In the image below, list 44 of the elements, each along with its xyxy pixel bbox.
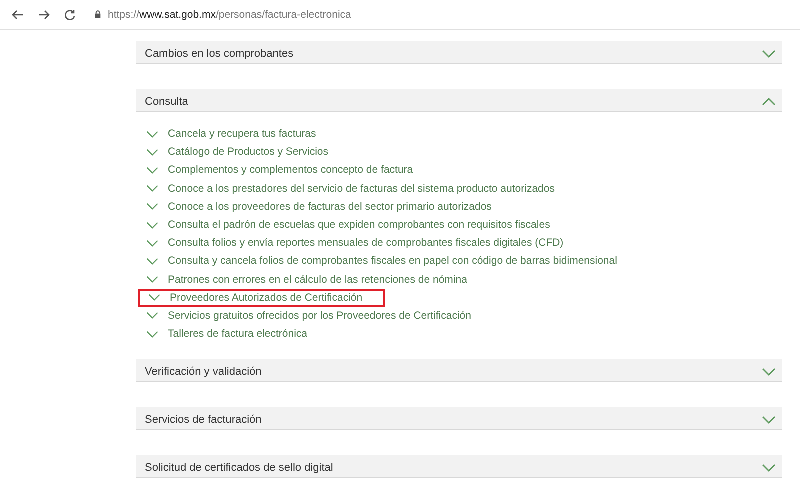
address-bar[interactable]: https://www.sat.gob.mx/personas/factura-electronica	[108, 8, 352, 20]
back-icon[interactable]	[12, 8, 24, 20]
forward-icon[interactable]	[38, 8, 50, 20]
chevron-down-icon[interactable]	[762, 50, 776, 58]
accordion-header[interactable]: Cambios en los comprobantes	[136, 41, 782, 64]
accordion-header[interactable]: Solicitud de certificados de sello digital	[136, 455, 782, 478]
section-title: Cambios en los comprobantes	[145, 48, 294, 60]
chevron-down-icon	[146, 222, 159, 229]
chevron-down-icon	[146, 148, 159, 156]
section-title: Verificación y validación	[145, 366, 262, 378]
chevron-down-icon	[146, 185, 159, 192]
accordion-header[interactable]: Consulta	[136, 89, 782, 112]
chevron-down-icon	[146, 258, 159, 265]
reload-icon[interactable]	[64, 8, 76, 20]
lock-icon	[94, 10, 102, 19]
link[interactable]: Consulta el padrón de escuelas que expiden comprobantes con requisitos fiscales	[146, 216, 550, 234]
highlighted-link[interactable]: Proveedores Autorizados de Certificación	[138, 288, 385, 307]
chevron-down-icon	[146, 276, 159, 284]
chevron-down-icon	[146, 166, 159, 174]
chevron-down-icon	[146, 312, 159, 320]
link[interactable]: Consulta folios y envía reportes mensuales de comprobantes fiscales digitales (CFD)	[146, 234, 564, 252]
link[interactable]: Conoce a los prestadores del servicio de facturas del sistema producto autorizados	[146, 180, 555, 198]
link[interactable]: Complementos y complementos concepto de factura	[146, 161, 414, 180]
link[interactable]: Talleres de factura electrónica	[146, 325, 308, 344]
accordion-header[interactable]: Verificación y validación	[136, 359, 782, 382]
link[interactable]: Patrones con errores en el cálculo de las retenciones de nómina	[146, 270, 468, 289]
link[interactable]: Cancela y recupera tus facturas	[146, 125, 316, 144]
chevron-down-icon[interactable]	[762, 464, 776, 472]
chevron-down-icon	[146, 240, 159, 247]
section-title: Consulta	[145, 96, 188, 108]
chevron-down-icon	[146, 330, 159, 338]
chevron-down-icon	[146, 130, 159, 138]
chevron-down-icon	[146, 203, 159, 210]
section-title: Solicitud de certificados de sello digital	[145, 462, 334, 474]
accordion-header[interactable]: Servicios de facturación	[136, 407, 782, 430]
section-title: Servicios de facturación	[145, 414, 262, 426]
link[interactable]: Consulta y cancela folios de comprobantes fiscales en papel con código de barras bidimensional	[146, 252, 618, 270]
chevron-down-icon[interactable]	[762, 416, 776, 424]
link[interactable]: Conoce a los proveedores de facturas del sector primario autorizados	[146, 198, 492, 216]
chevron-up-icon[interactable]	[762, 98, 776, 106]
link[interactable]: Catálogo de Productos y Servicios	[146, 143, 328, 162]
chevron-down-icon[interactable]	[762, 368, 776, 376]
link[interactable]: Servicios gratuitos ofrecidos por los Proveedores de Certificación	[146, 306, 472, 325]
chevron-down-icon	[148, 294, 161, 302]
